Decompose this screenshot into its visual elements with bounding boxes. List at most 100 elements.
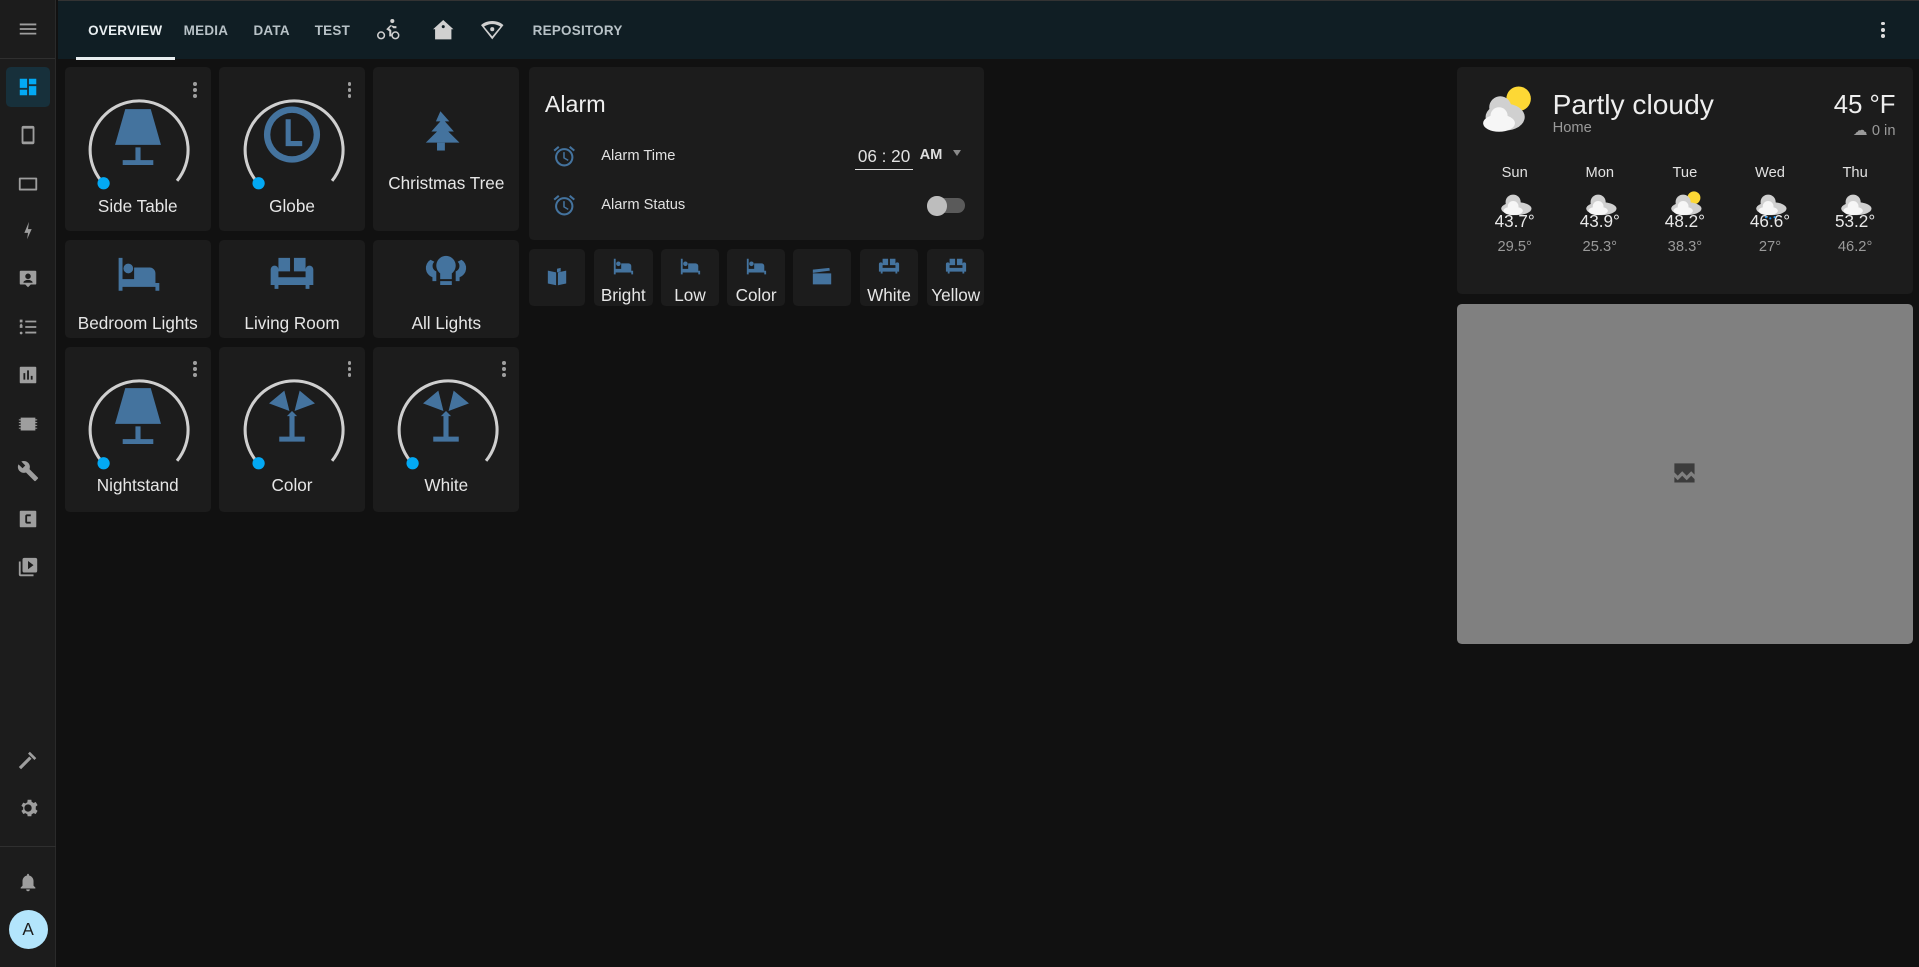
sidebar-item-list[interactable] [6, 307, 50, 346]
movie-clapper-icon [813, 267, 832, 285]
alarm-time-input[interactable]: 06 : 20 [854, 146, 914, 171]
app: A OVERVIEW MEDIA DATA TEST REPOSITORY Si… [0, 0, 1919, 967]
alarm-title: Alarm [544, 90, 606, 117]
sidebar-item-wrench[interactable] [6, 452, 50, 491]
tile-name: Nightstand [96, 475, 179, 496]
globe-l-icon [263, 106, 321, 163]
scene-button-label: White [867, 285, 911, 306]
pine-tree-icon [426, 111, 460, 151]
menu-button[interactable] [0, 0, 56, 59]
more-info-button[interactable] [193, 361, 198, 378]
tile-name: Color [271, 475, 313, 496]
toggle-knob [926, 195, 947, 216]
cellphone-icon [21, 125, 35, 144]
sidebar: A [0, 0, 57, 967]
forecast-low: 29.5° [1497, 239, 1532, 256]
weather-temperature: 45 °F [1833, 90, 1896, 119]
tile-icon [107, 104, 168, 171]
tile-name: Side Table [97, 195, 178, 216]
alarm-status-toggle[interactable] [926, 195, 965, 216]
tab-repository[interactable]: REPOSITORY [533, 1, 623, 60]
sidebar-item-person[interactable] [6, 260, 50, 299]
tile-christmas-tree[interactable]: Christmas Tree [373, 67, 520, 232]
sidebar-item-energy[interactable] [6, 212, 50, 251]
tab-test[interactable]: TEST [315, 1, 350, 60]
more-info-button[interactable] [347, 361, 353, 378]
rainy-icon [1756, 194, 1787, 220]
tab-data[interactable]: DATA [253, 1, 289, 60]
avatar[interactable]: A [8, 909, 48, 949]
lamp-icon [114, 109, 161, 166]
scene-button[interactable]: Low [661, 248, 719, 307]
sidebar-item-media[interactable] [6, 547, 50, 586]
alarm-time-label: Alarm Time [601, 148, 676, 165]
sofa-icon [945, 258, 966, 274]
sidebar-item-chip[interactable] [6, 404, 50, 443]
ampm-select[interactable]: AM [920, 147, 962, 163]
weather-condition: Partly cloudy [1552, 89, 1714, 121]
tab-overview[interactable]: OVERVIEW [75, 1, 175, 60]
more-info-button[interactable] [193, 82, 198, 99]
tile-icon [423, 252, 470, 305]
forecast-day-name: Sun [1501, 165, 1528, 182]
sidebar-item-c[interactable] [6, 500, 50, 539]
sidebar-item-tablet[interactable] [6, 164, 50, 203]
tile-bedroom-lights[interactable]: Bedroom Lights [64, 240, 211, 338]
more-info-button[interactable] [502, 361, 507, 378]
tile-nightstand[interactable]: Nightstand [64, 346, 211, 512]
cloudy-icon [1841, 194, 1872, 216]
tile-living-room[interactable]: Living Room [219, 240, 365, 338]
scene-button[interactable]: Yellow [926, 248, 985, 307]
alarm-card: Alarm Alarm Time 06 : 20 AM Alarm Status [528, 67, 985, 240]
tab-home-assistant[interactable] [431, 1, 455, 60]
tab-bike[interactable] [376, 1, 400, 60]
sidebar-item-phone[interactable] [6, 115, 50, 154]
picture-card[interactable] [1457, 303, 1913, 645]
tile-white[interactable]: White [373, 346, 520, 512]
more-info-button[interactable] [347, 82, 353, 99]
forecast-low: 46.2° [1837, 239, 1873, 256]
sofa-icon [878, 258, 900, 274]
tile-all-lights[interactable]: All Lights [373, 240, 520, 338]
overflow-menu-button[interactable] [1880, 21, 1886, 39]
tab-media[interactable]: MEDIA [184, 1, 229, 60]
floor-lamp-icon [269, 390, 315, 442]
tile-name: Bedroom Lights [77, 313, 198, 334]
alarm-clock-icon [553, 146, 576, 167]
gauge-handle [97, 456, 111, 469]
tile-globe[interactable]: Globe [219, 67, 365, 232]
forecast-day: Tue 48.2° 38.3° [1648, 165, 1721, 255]
hammer-icon [18, 752, 37, 770]
forecast-day-name: Tue [1672, 165, 1698, 182]
forecast-day-name: Mon [1585, 165, 1615, 182]
gauge-handle [252, 456, 265, 469]
home-assistant-icon [433, 20, 454, 40]
partly-cloudy-icon [1670, 191, 1702, 216]
forecast-low: 25.3° [1582, 239, 1618, 256]
alarm-status-label: Alarm Status [601, 197, 686, 214]
tile-icon [261, 104, 322, 171]
tile-icon [419, 109, 473, 169]
play-box-multiple-icon [18, 557, 38, 577]
scene-button[interactable] [793, 248, 852, 307]
chart-box-icon [19, 366, 37, 383]
tile-side-table[interactable]: Side Table [64, 67, 211, 232]
scene-button[interactable] [528, 248, 586, 307]
scene-button[interactable]: Color [727, 248, 785, 307]
sidebar-item-developer-tools[interactable] [6, 741, 50, 780]
lamp-icon [114, 388, 161, 445]
sidebar-item-settings[interactable] [6, 789, 50, 828]
tile-color[interactable]: Color [219, 346, 365, 512]
format-list-icon [19, 319, 37, 335]
scene-button[interactable]: Bright [593, 248, 653, 307]
tab-wifi-marker[interactable] [480, 1, 504, 60]
notifications-button[interactable] [6, 862, 50, 901]
sidebar-item-overview[interactable] [6, 67, 51, 107]
gauge-handle [97, 177, 111, 190]
weather-card[interactable]: Partly cloudy Home 45 °F ☁ 0 in Sun 43.7°… [1457, 67, 1913, 294]
sidebar-item-history[interactable] [6, 355, 50, 394]
forecast-day: Sun 43.7° 29.5° [1478, 165, 1551, 255]
top-bar: OVERVIEW MEDIA DATA TEST REPOSITORY [57, 0, 1919, 60]
scene-button[interactable]: White [859, 248, 919, 307]
bell-icon [20, 873, 36, 891]
